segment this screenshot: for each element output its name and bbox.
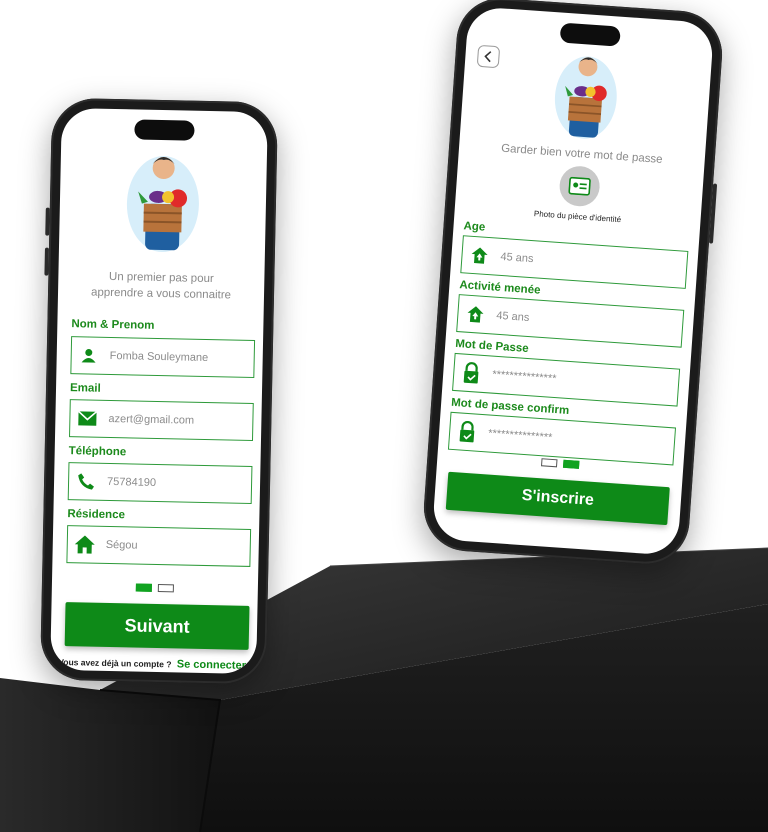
subtitle: Un premier pas pour apprendre a vous con… bbox=[58, 268, 265, 304]
login-row: Vous avez déjà un compte ? Se connecter bbox=[58, 656, 252, 672]
submit-button[interactable]: S'inscrire bbox=[445, 471, 670, 526]
lock-check-icon bbox=[454, 361, 489, 385]
step-dot-1 bbox=[541, 458, 558, 468]
screen: Garder bien votre mot de passe Photo du … bbox=[431, 6, 715, 556]
label-nom-prenom: Nom & Prenom bbox=[71, 318, 155, 332]
chevron-left-icon bbox=[484, 51, 492, 63]
person-icon bbox=[72, 347, 106, 364]
subtitle-line2: apprendre a vous connaitre bbox=[90, 286, 232, 302]
residence-value: Ségou bbox=[105, 538, 138, 552]
residence-field[interactable]: Ségou bbox=[66, 525, 252, 567]
back-button[interactable] bbox=[476, 44, 501, 69]
name-value: Fomba Souleymane bbox=[109, 349, 209, 365]
step-indicator bbox=[52, 582, 258, 594]
form-step2: Age 45 ans Activité menée 45 ans Mot de … bbox=[447, 220, 689, 466]
account-prompt: Vous avez déjà un compte ? bbox=[58, 656, 172, 670]
password-value: *************** bbox=[491, 368, 557, 386]
volume-down-button bbox=[44, 247, 49, 276]
home-up-icon bbox=[458, 304, 493, 324]
phone-icon bbox=[69, 472, 103, 491]
age-value: 45 ans bbox=[500, 250, 534, 266]
phone-value: 75784190 bbox=[106, 475, 157, 489]
id-card-icon bbox=[568, 176, 591, 196]
home-up-icon bbox=[462, 245, 497, 265]
lock-check-icon bbox=[449, 420, 484, 444]
farmer-illustration bbox=[126, 156, 199, 253]
phone-field[interactable]: 75784190 bbox=[67, 462, 253, 504]
step-dot-2 bbox=[562, 459, 580, 469]
farmer-illustration bbox=[554, 56, 617, 139]
activity-value: 45 ans bbox=[495, 309, 530, 325]
label-residence: Résidence bbox=[67, 508, 126, 522]
label-telephone: Téléphone bbox=[68, 445, 127, 459]
volume-up-button bbox=[45, 207, 50, 236]
step-dot-1 bbox=[135, 583, 152, 592]
password-confirm-value: *************** bbox=[487, 427, 553, 444]
phone-signup-step1: Un premier pas pour apprendre a vous con… bbox=[39, 97, 279, 685]
next-button[interactable]: Suivant bbox=[64, 602, 250, 650]
label-email: Email bbox=[69, 382, 101, 395]
mockup-scene: Un premier pas pour apprendre a vous con… bbox=[0, 0, 768, 832]
mail-icon bbox=[70, 410, 104, 427]
dynamic-island bbox=[134, 119, 195, 141]
email-value: azert@gmail.com bbox=[108, 412, 195, 427]
home-icon bbox=[68, 534, 102, 555]
id-photo-upload[interactable] bbox=[558, 164, 601, 208]
screen: Un premier pas pour apprendre a vous con… bbox=[50, 107, 268, 675]
form-step1: Nom & Prenom Fomba Souleymane Email azer… bbox=[66, 318, 256, 567]
step-dot-2 bbox=[157, 584, 174, 593]
phone-signup-step2: Garder bien votre mot de passe Photo du … bbox=[421, 0, 725, 567]
name-field[interactable]: Fomba Souleymane bbox=[70, 336, 256, 378]
email-field[interactable]: azert@gmail.com bbox=[69, 399, 254, 441]
login-link[interactable]: Se connecter bbox=[177, 658, 246, 671]
